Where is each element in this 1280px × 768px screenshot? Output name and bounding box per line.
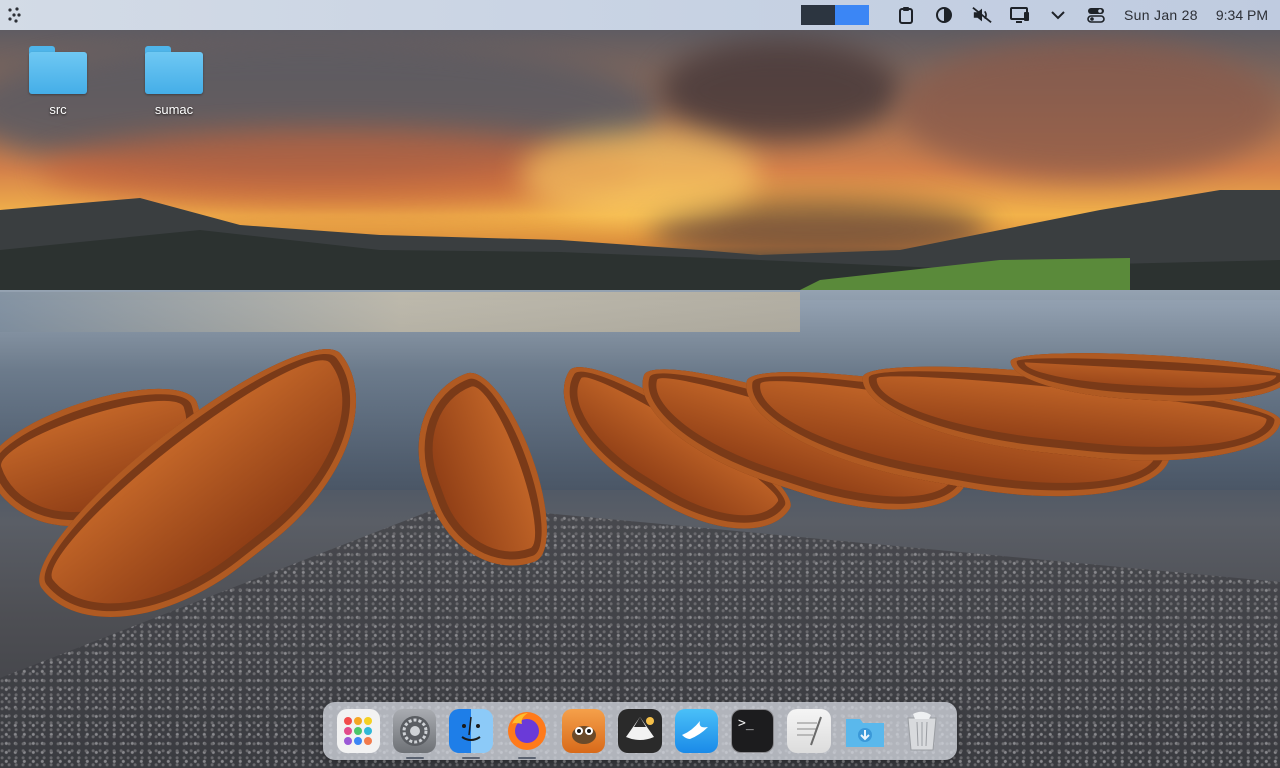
clock-date[interactable]: Sun Jan 28 — [1124, 7, 1198, 23]
volume-muted-icon[interactable] — [972, 5, 992, 25]
system-settings-icon[interactable] — [392, 709, 437, 759]
launcher-dots-icon[interactable] — [6, 6, 24, 24]
clipboard-icon[interactable] — [896, 5, 916, 25]
running-indicator — [518, 757, 537, 759]
desktop-icon-label: src — [49, 102, 67, 117]
gimp-icon[interactable] — [561, 709, 606, 753]
control-toggle-icon[interactable] — [1086, 5, 1106, 25]
terminal-prompt: >_ — [738, 716, 754, 731]
display-icon[interactable] — [1010, 5, 1030, 25]
downloads-folder-icon[interactable] — [844, 709, 887, 753]
clock-time[interactable]: 9:34 PM — [1216, 7, 1268, 23]
desktop-icon-label: sumac — [154, 102, 194, 117]
trash-icon[interactable] — [900, 709, 943, 753]
firefox-icon[interactable] — [506, 709, 549, 759]
desktop-folder-sumac[interactable]: sumac — [134, 46, 214, 117]
xcode-bird-icon[interactable] — [674, 709, 719, 753]
folder-icon — [145, 46, 203, 94]
desktop-folder-src[interactable]: src — [18, 46, 98, 117]
workspace-1-button[interactable] — [801, 5, 836, 25]
running-indicator — [405, 757, 424, 759]
text-editor-icon[interactable] — [787, 709, 831, 753]
workspace-2-button[interactable] — [835, 5, 870, 25]
terminal-icon[interactable]: >_ — [731, 709, 775, 753]
running-indicator — [461, 757, 480, 759]
desktop[interactable]: Sun Jan 28 9:34 PM src sumac >_ — [0, 0, 1280, 768]
chevron-down-icon[interactable] — [1048, 5, 1068, 25]
top-bar: Sun Jan 28 9:34 PM — [0, 0, 1280, 30]
finder-icon[interactable] — [449, 709, 493, 759]
launchpad-icon[interactable] — [336, 709, 380, 753]
night-mode-icon[interactable] — [934, 5, 954, 25]
folder-icon — [29, 46, 87, 94]
inkscape-icon[interactable] — [618, 709, 662, 753]
dock: >_ — [323, 702, 957, 760]
